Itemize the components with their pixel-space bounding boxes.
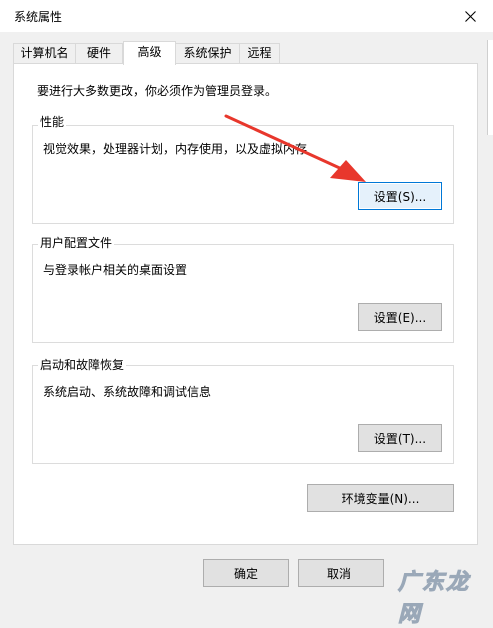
ok-button[interactable]: 确定 [203, 559, 289, 587]
title-bar: 系统属性 [0, 0, 493, 32]
tab-system-protection[interactable]: 系统保护 [175, 43, 240, 63]
background-window-edge [487, 40, 493, 135]
watermark-logo: 广东龙网 [394, 562, 493, 628]
user-profile-title: 用户配置文件 [38, 234, 115, 251]
admin-notice: 要进行大多数更改，你必须作为管理员登录。 [37, 84, 278, 98]
cancel-button[interactable]: 取消 [298, 559, 384, 587]
system-properties-dialog: 系统属性 计算机名 硬件 高级 系统保护 远程 要进行大多数更改，你必须作为管理… [0, 0, 493, 628]
window-title: 系统属性 [14, 10, 63, 24]
tab-remote[interactable]: 远程 [239, 43, 280, 63]
watermark-text: 广东龙网 [398, 570, 471, 628]
tab-hardware[interactable]: 硬件 [75, 43, 123, 63]
environment-variables-button[interactable]: 环境变量(N)... [307, 484, 454, 512]
startup-recovery-title: 启动和故障恢复 [38, 356, 127, 373]
tab-advanced[interactable]: 高级 [123, 41, 176, 65]
performance-description: 视觉效果，处理器计划，内存使用，以及虚拟内存 [43, 142, 308, 156]
close-button[interactable] [447, 0, 493, 32]
performance-settings-button[interactable]: 设置(S)... [358, 182, 442, 210]
user-profile-settings-button[interactable]: 设置(E)... [358, 303, 442, 331]
startup-recovery-settings-button[interactable]: 设置(T)... [358, 424, 442, 452]
performance-title: 性能 [38, 113, 67, 130]
tab-computer-name[interactable]: 计算机名 [13, 43, 76, 63]
user-profile-description: 与登录帐户相关的桌面设置 [43, 263, 188, 277]
startup-recovery-description: 系统启动、系统故障和调试信息 [43, 385, 212, 399]
close-icon [464, 10, 476, 22]
